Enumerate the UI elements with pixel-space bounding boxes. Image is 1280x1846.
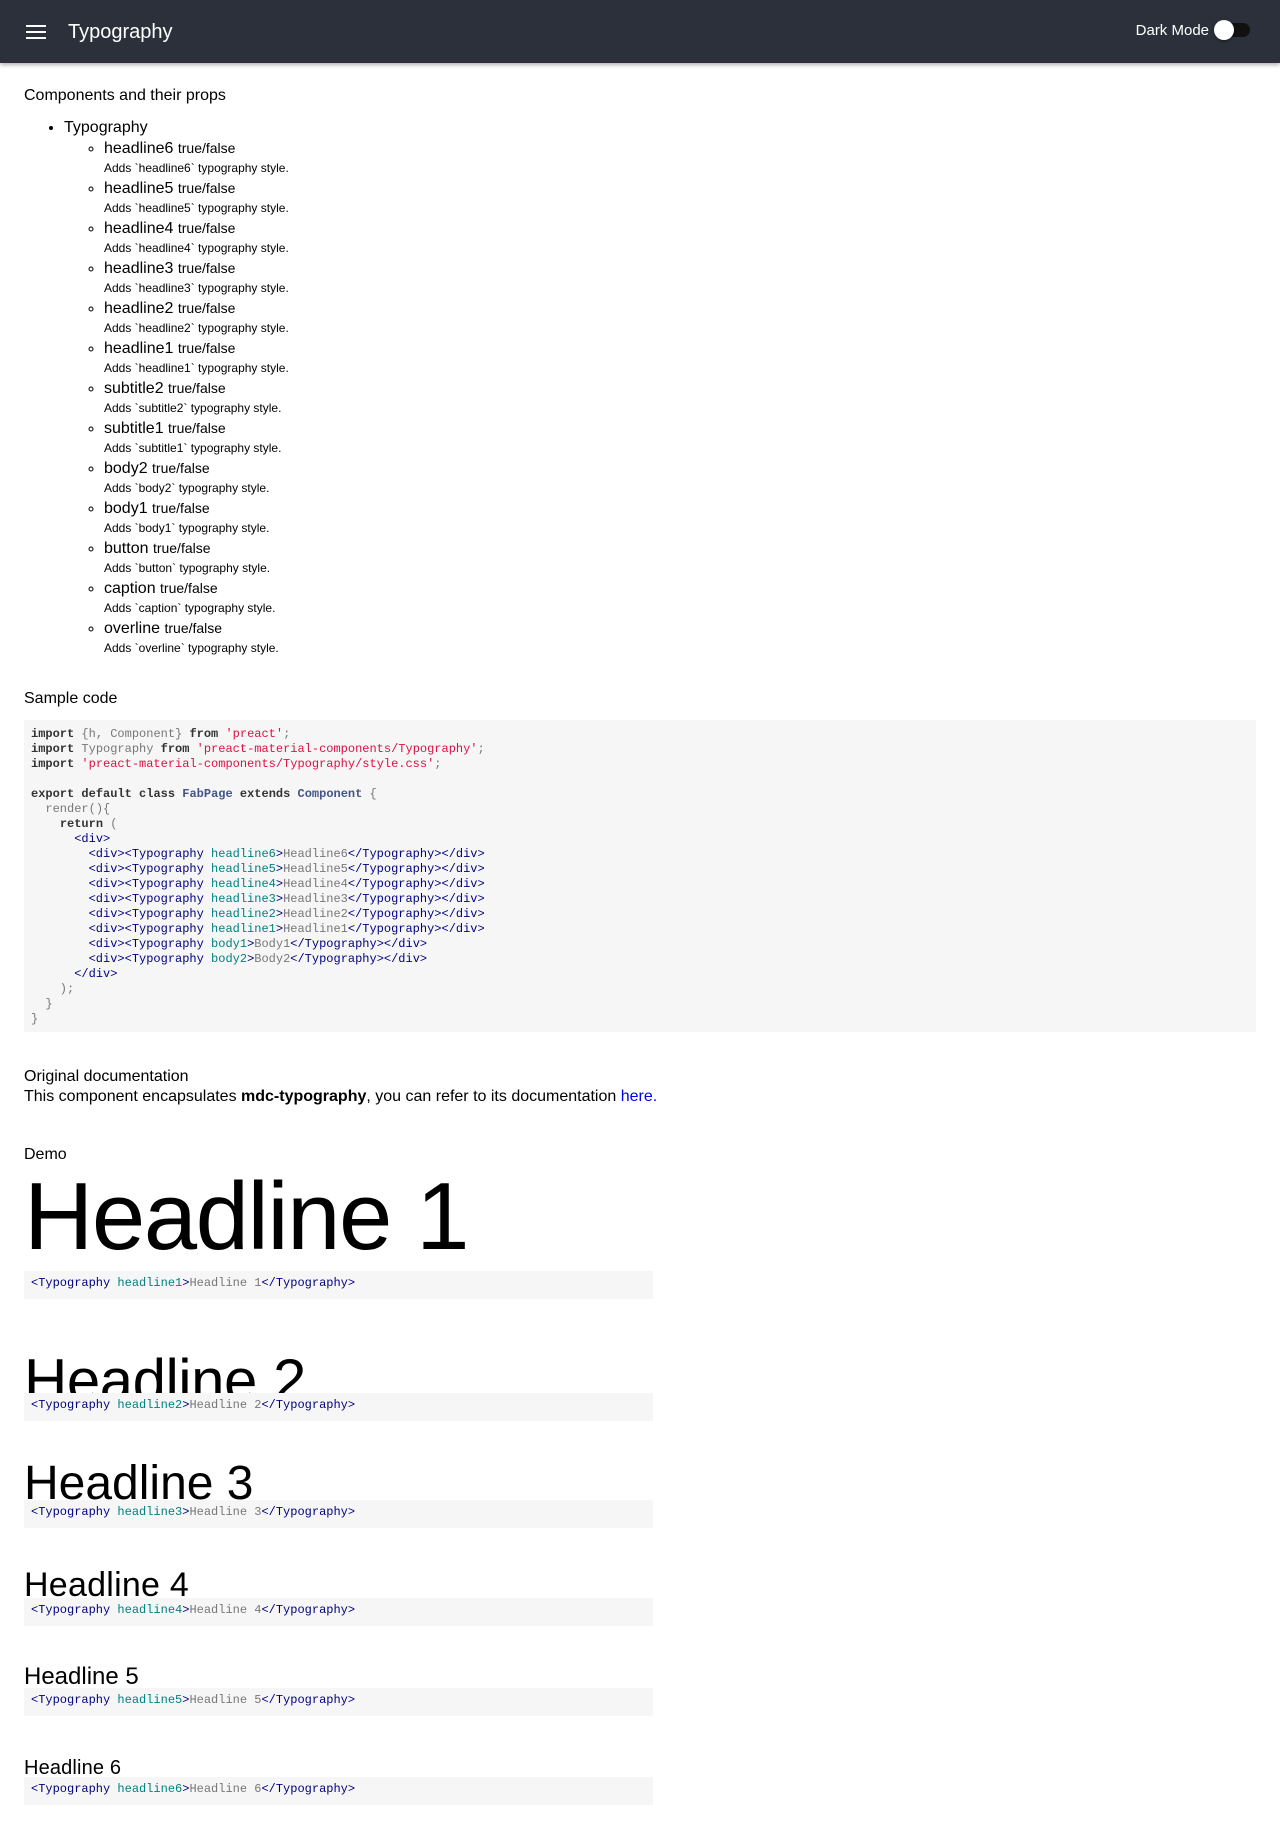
prop-item: headline2 true/false Adds `headline2` typ… xyxy=(104,298,289,338)
dark-mode-control: Dark Mode xyxy=(1136,20,1250,40)
prop-type: true/false xyxy=(177,300,236,316)
demo-section: Demo xyxy=(24,1145,67,1165)
menu-icon[interactable] xyxy=(22,20,50,44)
component-name: Typography xyxy=(64,119,148,136)
docs-text: This component encapsulates mdc-typograp… xyxy=(24,1087,657,1107)
prop-name: headline6 xyxy=(104,140,174,157)
prop-name: caption xyxy=(104,580,156,597)
prop-item: button true/false Adds `button` typograph… xyxy=(104,538,289,578)
prop-type: true/false xyxy=(160,580,218,596)
prop-line: body1 true/false xyxy=(104,498,289,518)
sample-code-block: import {h, Component} from 'preact'; imp… xyxy=(24,720,1256,1032)
docs-strong: mdc-typography xyxy=(241,1088,367,1105)
prop-description: Adds `overline` typography style. xyxy=(104,641,279,655)
prop-name: subtitle2 xyxy=(104,380,164,397)
props-section-title: Components and their props xyxy=(24,87,226,104)
component-item: Typography headline6 true/false Adds `hea… xyxy=(64,118,289,658)
prop-line: headline4 true/false xyxy=(104,218,289,238)
headline-1-text: Headline 1 xyxy=(24,1163,470,1270)
docs-text-after: , you can refer to its documentation xyxy=(366,1088,621,1105)
prop-line: subtitle1 true/false xyxy=(104,418,289,438)
prop-type: true/false xyxy=(152,500,210,516)
prop-type: true/false xyxy=(164,620,223,636)
prop-name: headline3 xyxy=(104,260,174,277)
docs-section: Original documentation This component en… xyxy=(24,1067,657,1107)
prop-item: caption true/false Adds `caption` typogra… xyxy=(104,578,289,618)
prop-type: true/false xyxy=(177,260,236,276)
page-title: Typography xyxy=(68,21,173,43)
demo-title: Demo xyxy=(24,1146,67,1163)
prop-item: body1 true/false Adds `body1` typography … xyxy=(104,498,289,538)
prop-name: subtitle1 xyxy=(104,420,164,437)
toggle-thumb xyxy=(1214,20,1234,40)
prop-type: true/false xyxy=(168,420,226,436)
prop-description: Adds `body1` typography style. xyxy=(104,521,270,535)
prop-type: true/false xyxy=(168,380,226,396)
prop-line: subtitle2 true/false xyxy=(104,378,289,398)
prop-line: body2 true/false xyxy=(104,458,289,478)
prop-name: headline2 xyxy=(104,300,174,317)
prop-description: Adds `button` typography style. xyxy=(104,561,271,575)
sample-code-title: Sample code xyxy=(24,690,118,707)
props-section: Components and their props Typography he… xyxy=(24,86,289,658)
prop-item: headline4 true/false Adds `headline4` typ… xyxy=(104,218,289,258)
prop-line: overline true/false xyxy=(104,618,289,638)
prop-description: Adds `headline4` typography style. xyxy=(104,241,289,255)
prop-description: Adds `subtitle2` typography style. xyxy=(104,401,282,415)
prop-type: true/false xyxy=(177,180,236,196)
prop-description: Adds `headline6` typography style. xyxy=(104,161,289,175)
docs-title: Original documentation xyxy=(24,1068,189,1085)
prop-name: headline5 xyxy=(104,180,174,197)
headline-4-code: <Typography headline4>Headline 4</Typogr… xyxy=(24,1598,653,1626)
headline-3-code: <Typography headline3>Headline 3</Typogr… xyxy=(24,1500,653,1528)
prop-item: headline5 true/false Adds `headline5` typ… xyxy=(104,178,289,218)
prop-type: true/false xyxy=(177,140,236,156)
prop-item: body2 true/false Adds `body2` typography … xyxy=(104,458,289,498)
prop-item: headline3 true/false Adds `headline3` typ… xyxy=(104,258,289,298)
prop-name: headline4 xyxy=(104,220,174,237)
prop-line: button true/false xyxy=(104,538,289,558)
prop-description: Adds `headline5` typography style. xyxy=(104,201,289,215)
prop-line: headline5 true/false xyxy=(104,178,289,198)
prop-type: true/false xyxy=(177,220,236,236)
prop-description: Adds `headline2` typography style. xyxy=(104,321,289,335)
prop-description: Adds `headline3` typography style. xyxy=(104,281,289,295)
top-app-bar: Typography Dark Mode xyxy=(0,0,1280,63)
prop-line: headline2 true/false xyxy=(104,298,289,318)
prop-type: true/false xyxy=(177,340,236,356)
prop-line: headline6 true/false xyxy=(104,138,289,158)
prop-list: headline6 true/false Adds `headline6` typ… xyxy=(64,138,289,658)
headline-6-code: <Typography headline6>Headline 6</Typogr… xyxy=(24,1777,653,1805)
dark-mode-toggle[interactable] xyxy=(1214,20,1250,40)
prop-description: Adds `body2` typography style. xyxy=(104,481,270,495)
prop-name: body2 xyxy=(104,460,148,477)
prop-item: subtitle1 true/false Adds `subtitle1` typ… xyxy=(104,418,289,458)
prop-item: headline1 true/false Adds `headline1` typ… xyxy=(104,338,289,378)
demo-headline-1: Headline 1 xyxy=(24,1163,470,1270)
prop-name: body1 xyxy=(104,500,148,517)
prop-description: Adds `caption` typography style. xyxy=(104,601,276,615)
headline-2-code: <Typography headline2>Headline 2</Typogr… xyxy=(24,1393,653,1421)
prop-line: caption true/false xyxy=(104,578,289,598)
headline-1-code: <Typography headline1>Headline 1</Typogr… xyxy=(24,1271,653,1299)
prop-name: headline1 xyxy=(104,340,174,357)
prop-item: overline true/false Adds `overline` typog… xyxy=(104,618,289,658)
docs-link[interactable]: here. xyxy=(621,1088,657,1105)
prop-name: overline xyxy=(104,620,161,637)
prop-type: true/false xyxy=(152,460,210,476)
component-list: Typography headline6 true/false Adds `hea… xyxy=(24,118,289,658)
sample-code-section: Sample code import {h, Component} from '… xyxy=(24,689,1256,1032)
prop-item: subtitle2 true/false Adds `subtitle2` typ… xyxy=(104,378,289,418)
prop-name: button xyxy=(104,540,149,557)
prop-item: headline6 true/false Adds `headline6` typ… xyxy=(104,138,289,178)
prop-type: true/false xyxy=(152,540,211,556)
dark-mode-label: Dark Mode xyxy=(1135,21,1209,39)
prop-description: Adds `subtitle1` typography style. xyxy=(104,441,282,455)
docs-text-before: This component encapsulates xyxy=(24,1088,242,1105)
headline-5-code: <Typography headline5>Headline 5</Typogr… xyxy=(24,1688,653,1716)
prop-line: headline1 true/false xyxy=(104,338,289,358)
prop-description: Adds `headline1` typography style. xyxy=(104,361,289,375)
prop-line: headline3 true/false xyxy=(104,258,289,278)
